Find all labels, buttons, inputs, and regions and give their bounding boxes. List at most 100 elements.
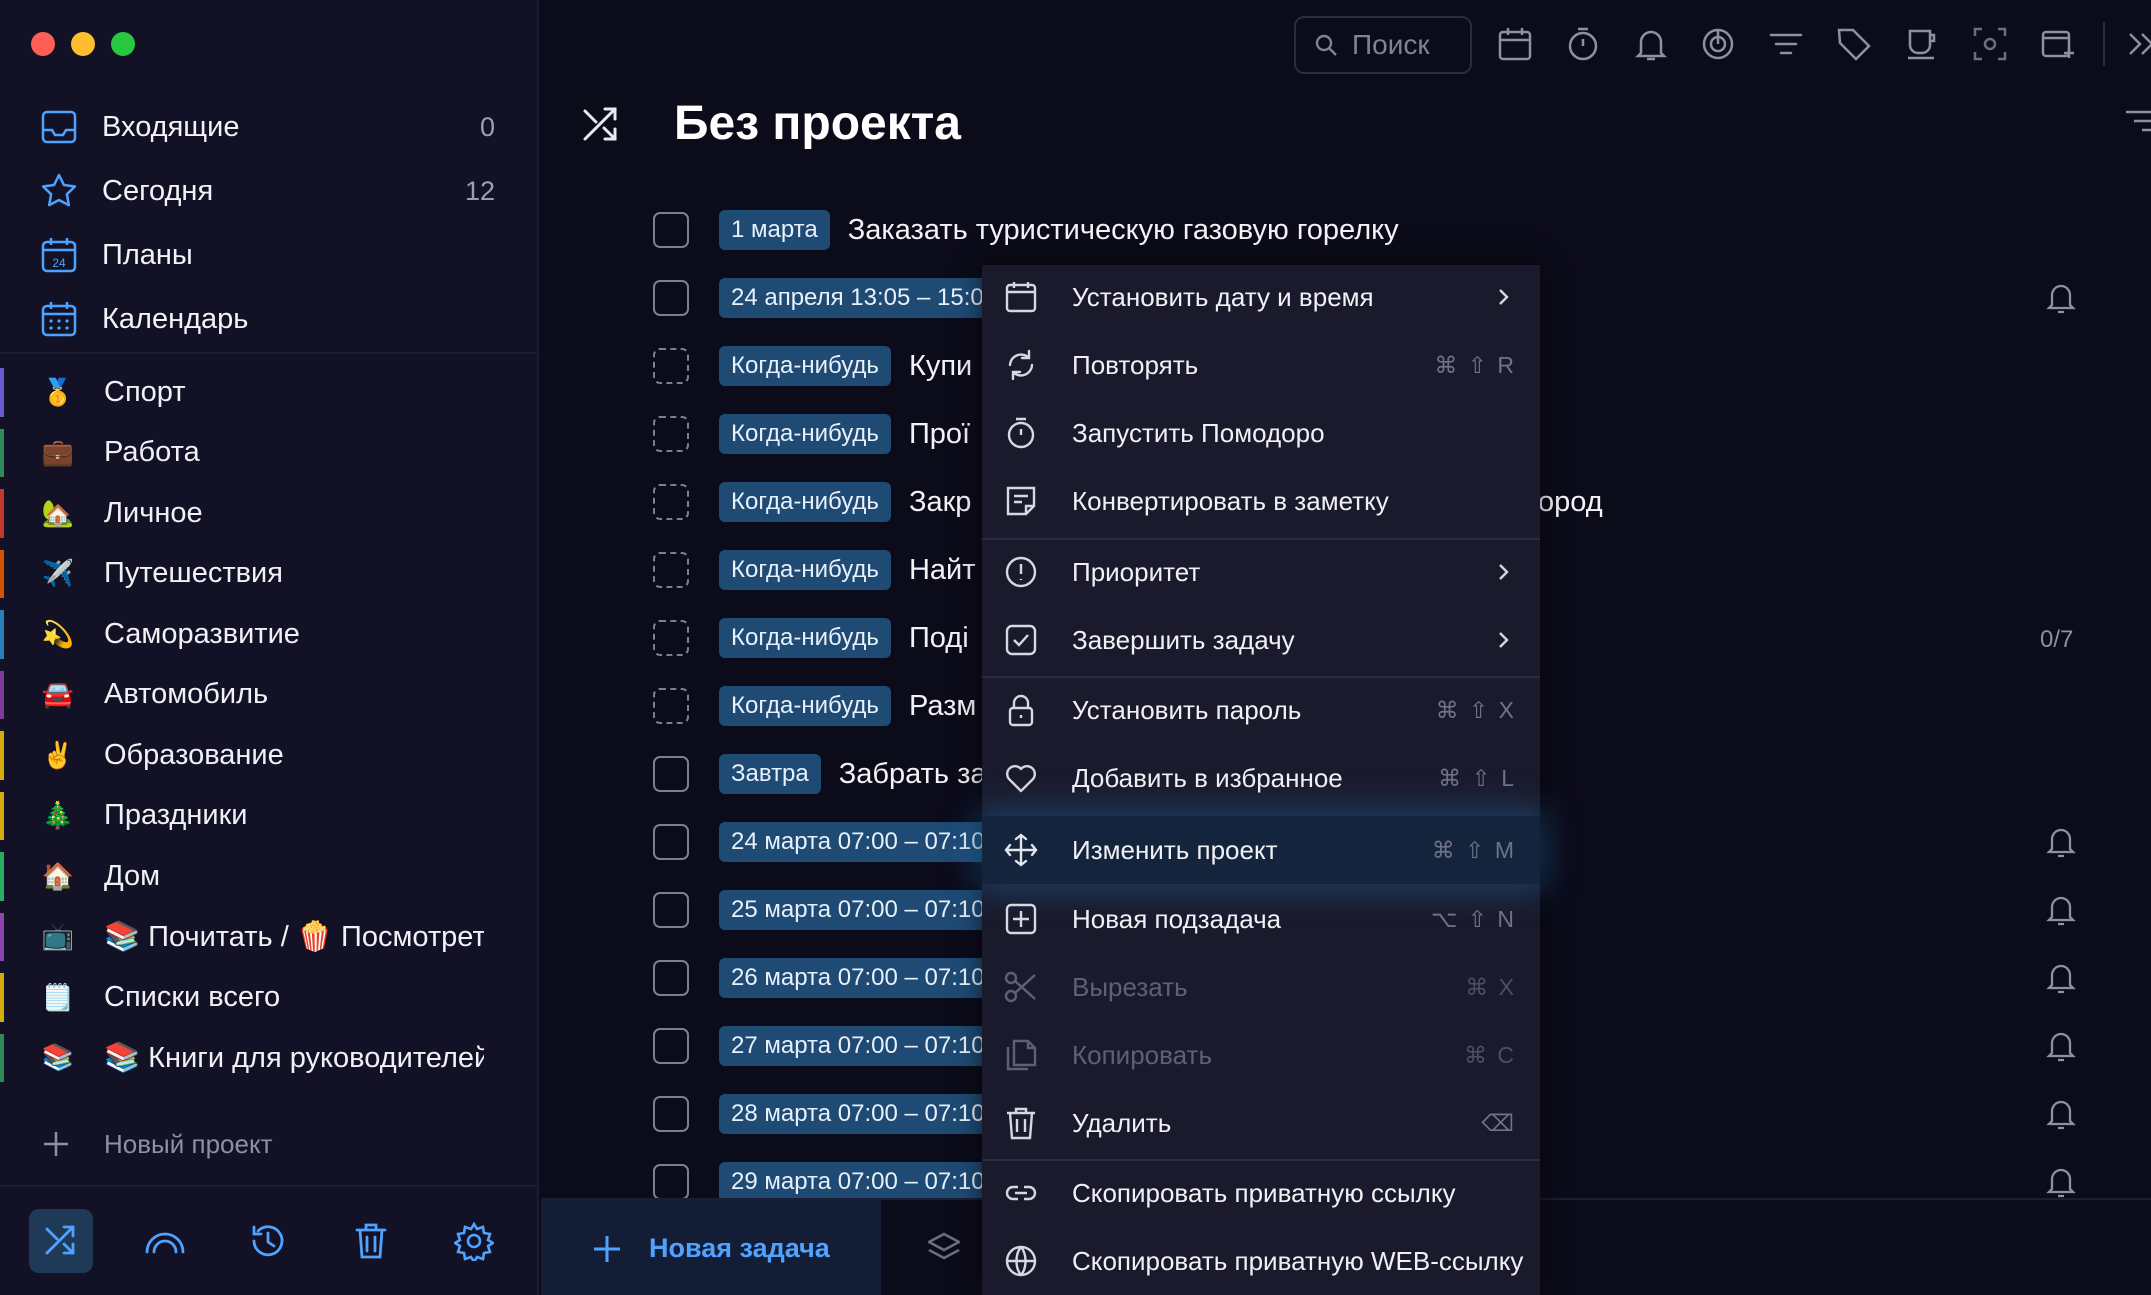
- layers-icon[interactable]: [926, 1230, 962, 1266]
- sidebar-item-books[interactable]: 📚 📚 Книги для руководителей: [0, 1028, 537, 1089]
- sidebar-item-holidays[interactable]: 🎄 Праздники: [0, 786, 537, 847]
- menu-item-priority[interactable]: Приоритет: [982, 540, 1540, 604]
- task-checkbox[interactable]: [653, 756, 689, 792]
- sidebar-item-sport[interactable]: 🥇 Спорт: [0, 362, 537, 423]
- sidebar-item-home[interactable]: 🏠 Дом: [0, 846, 537, 907]
- task-checkbox[interactable]: [653, 688, 689, 724]
- menu-item-copy-web-link[interactable]: Скопировать приватную WEB-ссылку: [982, 1229, 1540, 1293]
- task-checkbox[interactable]: [653, 1028, 689, 1064]
- tag-icon[interactable]: [1836, 26, 1872, 62]
- menu-item-delete[interactable]: Удалить ⌫: [982, 1091, 1540, 1155]
- date-tag: Когда-нибудь: [719, 686, 891, 726]
- task-checkbox[interactable]: [653, 960, 689, 996]
- task-row[interactable]: 24 апреля 13:05 – 15:0: [653, 274, 1014, 322]
- sidebar-item-plans[interactable]: 24 Планы: [0, 223, 537, 287]
- history-button[interactable]: [236, 1209, 300, 1273]
- sidebar-item-inbox[interactable]: Входящие 0: [0, 95, 537, 159]
- menu-item-complete[interactable]: Завершить задачу: [982, 608, 1540, 672]
- search-input[interactable]: Поиск: [1294, 16, 1472, 74]
- briefcase-icon: 💼: [41, 437, 75, 468]
- sidebar-item-lists[interactable]: 🗒️ Списки всего: [0, 967, 537, 1028]
- menu-item-new-subtask[interactable]: Новая подзадача ⌥ ⇧ N: [982, 887, 1540, 951]
- task-checkbox[interactable]: [653, 348, 689, 384]
- menu-item-convert-note[interactable]: Конвертировать в заметку: [982, 469, 1540, 533]
- task-checkbox[interactable]: [653, 280, 689, 316]
- menu-item-set-password[interactable]: Установить пароль ⌘ ⇧ X: [982, 678, 1540, 742]
- task-checkbox[interactable]: [653, 212, 689, 248]
- task-checkbox[interactable]: [653, 1164, 689, 1200]
- menu-item-shortcut: ⌘ X: [1465, 973, 1516, 1000]
- smart-lists: Входящие 0 Сегодня 12 24 Планы Календарь: [0, 95, 537, 351]
- svg-text:24: 24: [52, 256, 66, 270]
- copy-icon: [1006, 1039, 1037, 1071]
- new-project-button[interactable]: Новый проект: [40, 1128, 273, 1160]
- zoom-window-button[interactable]: [111, 32, 135, 56]
- sidebar-item-calendar[interactable]: Календарь: [0, 287, 537, 351]
- settings-button[interactable]: [442, 1209, 506, 1273]
- habits-button[interactable]: [133, 1209, 197, 1273]
- task-title: Найт: [908, 553, 976, 586]
- menu-item-repeat[interactable]: Повторять ⌘ ⇧ R: [982, 333, 1540, 397]
- filter-icon[interactable]: [1768, 26, 1804, 62]
- menu-item-change-project[interactable]: Изменить проект ⌘ ⇧ M: [982, 816, 1540, 884]
- screenshot-icon[interactable]: [1972, 26, 2008, 62]
- menu-item-label: Конвертировать в заметку: [1072, 485, 1389, 516]
- sort-icon[interactable]: [2120, 108, 2151, 138]
- add-window-icon[interactable]: [2040, 26, 2076, 62]
- menu-item-cut[interactable]: Вырезать ⌘ X: [982, 955, 1540, 1019]
- menu-item-shortcut: ⌫: [1481, 1109, 1516, 1136]
- menu-item-favorite[interactable]: Добавить в избранное ⌘ ⇧ L: [982, 746, 1540, 810]
- sidebar-item-education[interactable]: ✌️ Образование: [0, 725, 537, 786]
- page-header: Без проекта: [580, 96, 961, 151]
- sidebar-item-label: Входящие: [102, 110, 240, 143]
- sidebar-item-work[interactable]: 💼 Работа: [0, 423, 537, 484]
- task-checkbox[interactable]: [653, 484, 689, 520]
- task-row[interactable]: Когда-нибудь Найт: [653, 546, 976, 594]
- target-progress-icon[interactable]: [1700, 26, 1736, 62]
- task-row[interactable]: 26 марта 07:00 – 07:10: [653, 954, 1015, 1002]
- task-row[interactable]: 27 марта 07:00 – 07:10: [653, 1022, 1015, 1070]
- task-row[interactable]: Когда-нибудь Прої: [653, 410, 970, 458]
- task-checkbox[interactable]: [653, 892, 689, 928]
- task-row[interactable]: Когда-нибудь Поді: [653, 614, 969, 662]
- task-row[interactable]: Завтра Забрать за: [653, 750, 987, 798]
- task-checkbox[interactable]: [653, 824, 689, 860]
- sidebar-item-self-development[interactable]: 💫 Саморазвитие: [0, 604, 537, 665]
- trash-button[interactable]: [339, 1209, 403, 1273]
- chevron-double-right-icon[interactable]: [2124, 26, 2151, 62]
- task-row[interactable]: Когда-нибудь Закр: [653, 478, 971, 526]
- menu-item-copy-private-link[interactable]: Скопировать приватную ссылку: [982, 1161, 1540, 1225]
- menu-item-set-date[interactable]: Установить дату и время: [982, 265, 1540, 329]
- task-checkbox[interactable]: [653, 620, 689, 656]
- bell-icon[interactable]: [1633, 26, 1669, 62]
- sidebar-item-personal[interactable]: 🏡 Личное: [0, 483, 537, 544]
- sidebar-item-car[interactable]: 🚘 Автомобиль: [0, 665, 537, 726]
- calendar-icon[interactable]: [1497, 26, 1533, 62]
- stopwatch-icon[interactable]: [1565, 26, 1601, 62]
- task-row[interactable]: 24 марта 07:00 – 07:10: [653, 818, 1015, 866]
- christmas-tree-icon: 🎄: [41, 800, 75, 831]
- task-row[interactable]: Когда-нибудь Купи: [653, 342, 972, 390]
- medal-icon: 🥇: [41, 376, 75, 407]
- note-icon: [1006, 486, 1036, 516]
- menu-item-pomodoro[interactable]: Запустить Помодоро: [982, 401, 1540, 465]
- task-checkbox[interactable]: [653, 1096, 689, 1132]
- project-label: Автомобиль: [104, 678, 269, 711]
- task-row[interactable]: 25 марта 07:00 – 07:10: [653, 886, 1015, 934]
- new-task-button[interactable]: Новая задача: [541, 1200, 881, 1295]
- task-title: Закр: [908, 485, 972, 518]
- task-checkbox[interactable]: [653, 416, 689, 452]
- task-row[interactable]: 1 марта Заказать туристическую газовую г…: [653, 206, 1399, 254]
- close-window-button[interactable]: [31, 32, 55, 56]
- sidebar-item-read-watch[interactable]: 📺 📚 Почитать / 🍿 Посмотреть: [0, 907, 537, 968]
- cup-icon[interactable]: [1904, 26, 1940, 62]
- sidebar-item-travel[interactable]: ✈️ Путешествия: [0, 544, 537, 605]
- menu-item-copy[interactable]: Копировать ⌘ C: [982, 1023, 1540, 1087]
- task-row[interactable]: Когда-нибудь Разм: [653, 682, 976, 730]
- no-project-button[interactable]: [29, 1209, 93, 1273]
- task-row[interactable]: 28 марта 07:00 – 07:10: [653, 1090, 1015, 1138]
- sidebar-item-today[interactable]: Сегодня 12: [0, 159, 537, 223]
- shuffle-icon: [583, 107, 617, 140]
- task-checkbox[interactable]: [653, 552, 689, 588]
- minimize-window-button[interactable]: [71, 32, 95, 56]
